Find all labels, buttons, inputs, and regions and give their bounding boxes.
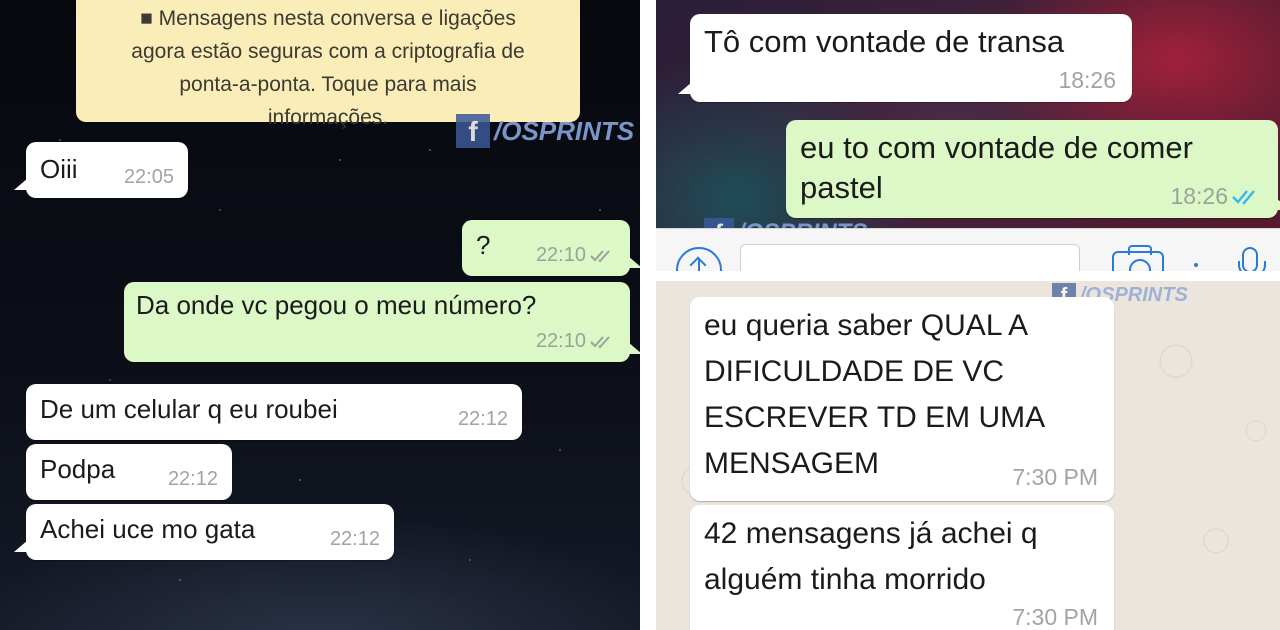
bubble-tail	[678, 82, 692, 94]
double-check-icon	[590, 335, 610, 348]
message-time: 7:30 PM	[1012, 464, 1098, 490]
message-incoming[interactable]: Tô com vontade de transa 18:26	[678, 14, 1132, 102]
message-text-line: 42 mensagens já achei q	[704, 517, 1038, 550]
message-text-line: eu queria saber QUAL A	[704, 309, 1029, 342]
message-input-bar	[656, 228, 1280, 271]
message-time: 22:12	[167, 468, 218, 490]
message-text: Achei uce mo gata	[40, 514, 256, 544]
message-text: Da onde vc pegou o meu número?	[136, 290, 537, 320]
message-incoming[interactable]: Podpa 22:12	[26, 444, 232, 500]
message-text: ?	[476, 230, 491, 260]
message-text-line: pastel	[800, 170, 883, 205]
message-time: 22:10	[535, 244, 586, 266]
message-time: 18:26	[1058, 67, 1116, 93]
watermark-text: /OSPRINTS	[494, 115, 635, 146]
camera-icon[interactable]	[1112, 245, 1164, 271]
message-time: 22:12	[329, 528, 380, 550]
watermark: f /OSPRINTS	[456, 114, 634, 148]
bubble-tail	[628, 342, 640, 354]
bubble-tail	[14, 540, 28, 552]
message-time: 22:10	[535, 330, 586, 352]
message-text-line: eu to com vontade de comer	[800, 130, 1193, 165]
encryption-notice-line: ■ Mensagens nesta conversa e ligações	[140, 7, 516, 30]
bubble-tail	[1276, 198, 1280, 210]
chat-screenshot-top-right: Tô com vontade de transa 18:26 eu to com…	[656, 0, 1280, 271]
message-time: 7:30 PM	[1012, 604, 1098, 630]
message-text-line: alguém tinha morrido	[704, 563, 986, 596]
message-incoming[interactable]: Oiii 22:05	[14, 142, 188, 198]
message-text-line: MENSAGEM	[704, 447, 880, 480]
bubble-tail	[628, 256, 640, 268]
encryption-notice-line: ponta-a-ponta. Toque para mais	[179, 73, 477, 96]
message-incoming[interactable]: Achei uce mo gata 22:12	[14, 504, 394, 560]
message-text: Tô com vontade de transa	[704, 24, 1065, 59]
encryption-notice[interactable]: ■ Mensagens nesta conversa e ligações ag…	[76, 0, 580, 129]
message-text-line: DIFICULDADE DE VC	[704, 355, 1005, 388]
double-check-icon	[590, 249, 610, 262]
read-receipt-icon	[1232, 189, 1255, 205]
message-text-line: ESCREVER TD EM UMA	[704, 401, 1046, 434]
message-outgoing[interactable]: eu to com vontade de comer pastel 18:26	[786, 120, 1280, 218]
facebook-icon: f	[456, 114, 490, 148]
encryption-notice-line: agora estão seguras com a criptografia d…	[131, 40, 525, 63]
message-text: Oiii	[40, 154, 78, 184]
message-time: 22:12	[457, 408, 508, 430]
message-text: Podpa	[40, 454, 116, 484]
upload-icon[interactable]	[676, 247, 722, 271]
message-meta: 18:26	[1170, 183, 1262, 210]
panel-divider	[656, 271, 1280, 281]
message-incoming[interactable]: eu queria saber QUAL A DIFICULDADE DE VC…	[690, 297, 1114, 501]
message-outgoing[interactable]: Da onde vc pegou o meu número? 22:10	[124, 282, 640, 362]
chat-screenshot-bottom-right: f /OSPRINTS eu queria saber QUAL A DIFIC…	[656, 281, 1280, 630]
chat-screenshot-left: ■ Mensagens nesta conversa e ligações ag…	[0, 0, 640, 630]
message-time: 18:26	[1170, 183, 1228, 209]
panel-divider	[640, 0, 656, 630]
message-time: 22:05	[123, 166, 174, 188]
message-input[interactable]	[740, 244, 1080, 271]
mic-icon[interactable]	[1238, 247, 1266, 271]
message-text: De um celular q eu roubei	[40, 394, 338, 424]
message-meta: 22:10	[536, 244, 616, 267]
dot-icon	[1194, 263, 1198, 267]
message-incoming[interactable]: De um celular q eu roubei 22:12	[26, 384, 522, 440]
bubble-tail	[14, 178, 28, 190]
message-outgoing[interactable]: ? 22:10	[462, 220, 640, 276]
message-incoming[interactable]: 42 mensagens já achei q alguém tinha mor…	[690, 505, 1114, 630]
message-meta: 22:10	[536, 330, 616, 353]
